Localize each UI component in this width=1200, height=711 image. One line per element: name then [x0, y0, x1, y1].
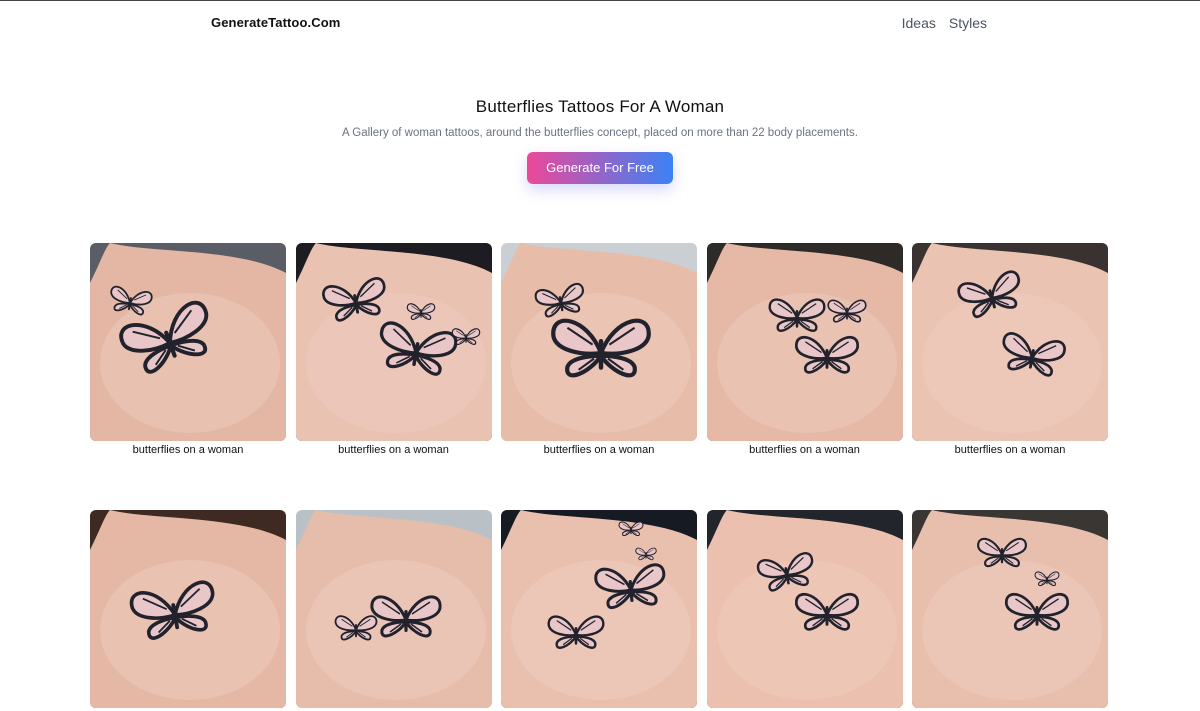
- tattoo-gallery: butterflies on a woman butterflies on a …: [90, 243, 1108, 711]
- gallery-card[interactable]: [90, 510, 286, 711]
- tattoo-photo: [501, 243, 697, 441]
- tattoo-photo: [912, 243, 1108, 441]
- tattoo-image[interactable]: [912, 243, 1108, 441]
- tattoo-image[interactable]: [706, 510, 903, 708]
- gallery-card[interactable]: butterflies on a woman: [90, 243, 286, 456]
- gallery-card[interactable]: [912, 510, 1108, 711]
- top-nav: GenerateTattoo.Com Ideas Styles: [0, 1, 1200, 47]
- gallery-caption: butterflies on a woman: [132, 444, 244, 456]
- gallery-card[interactable]: butterflies on a woman: [912, 243, 1108, 456]
- brand-logo-link[interactable]: GenerateTattoo.Com: [211, 15, 340, 30]
- gallery-card[interactable]: [706, 510, 903, 711]
- tattoo-image[interactable]: [295, 510, 492, 708]
- hero-section: Butterflies Tattoos For A Woman A Galler…: [0, 97, 1200, 184]
- tattoo-photo: [90, 243, 286, 441]
- tattoo-photo: [706, 510, 903, 708]
- tattoo-image[interactable]: [706, 243, 903, 441]
- tattoo-photo: [501, 510, 697, 708]
- gallery-card[interactable]: butterflies on a woman: [295, 243, 492, 456]
- tattoo-image[interactable]: [90, 243, 286, 441]
- gallery-caption: butterflies on a woman: [338, 444, 449, 456]
- generate-for-free-button[interactable]: Generate For Free: [527, 152, 673, 184]
- tattoo-image[interactable]: [501, 243, 697, 441]
- nav-link-ideas[interactable]: Ideas: [902, 15, 936, 31]
- page-title: Butterflies Tattoos For A Woman: [475, 97, 725, 116]
- gallery-card[interactable]: [501, 510, 697, 711]
- tattoo-image[interactable]: [501, 510, 697, 708]
- gallery-caption: butterflies on a woman: [954, 444, 1066, 456]
- tattoo-image[interactable]: [90, 510, 286, 708]
- tattoo-photo: [295, 510, 492, 708]
- gallery-card[interactable]: butterflies on a woman: [706, 243, 903, 456]
- tattoo-image[interactable]: [295, 243, 492, 441]
- gallery-caption: butterflies on a woman: [749, 444, 860, 456]
- gallery-card[interactable]: [295, 510, 492, 711]
- gallery-card[interactable]: butterflies on a woman: [501, 243, 697, 456]
- tattoo-image[interactable]: [912, 510, 1108, 708]
- nav-links: Ideas Styles: [902, 15, 987, 31]
- gallery-caption: butterflies on a woman: [543, 444, 655, 456]
- page-subtitle: A Gallery of woman tattoos, around the b…: [342, 127, 858, 139]
- nav-link-styles[interactable]: Styles: [949, 15, 987, 31]
- tattoo-photo: [706, 243, 903, 441]
- tattoo-photo: [912, 510, 1108, 708]
- tattoo-photo: [90, 510, 286, 708]
- tattoo-photo: [295, 243, 492, 441]
